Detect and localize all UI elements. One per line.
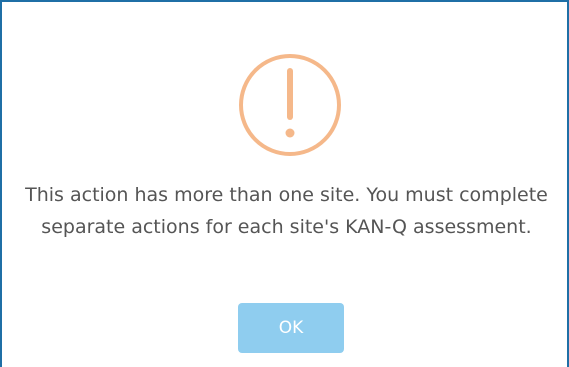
exclamation-circle-icon <box>239 54 341 156</box>
dialog-message: This action has more than one site. You … <box>25 184 548 238</box>
alert-dialog: This action has more than one site. You … <box>0 0 569 367</box>
ok-button[interactable]: OK <box>238 303 344 353</box>
